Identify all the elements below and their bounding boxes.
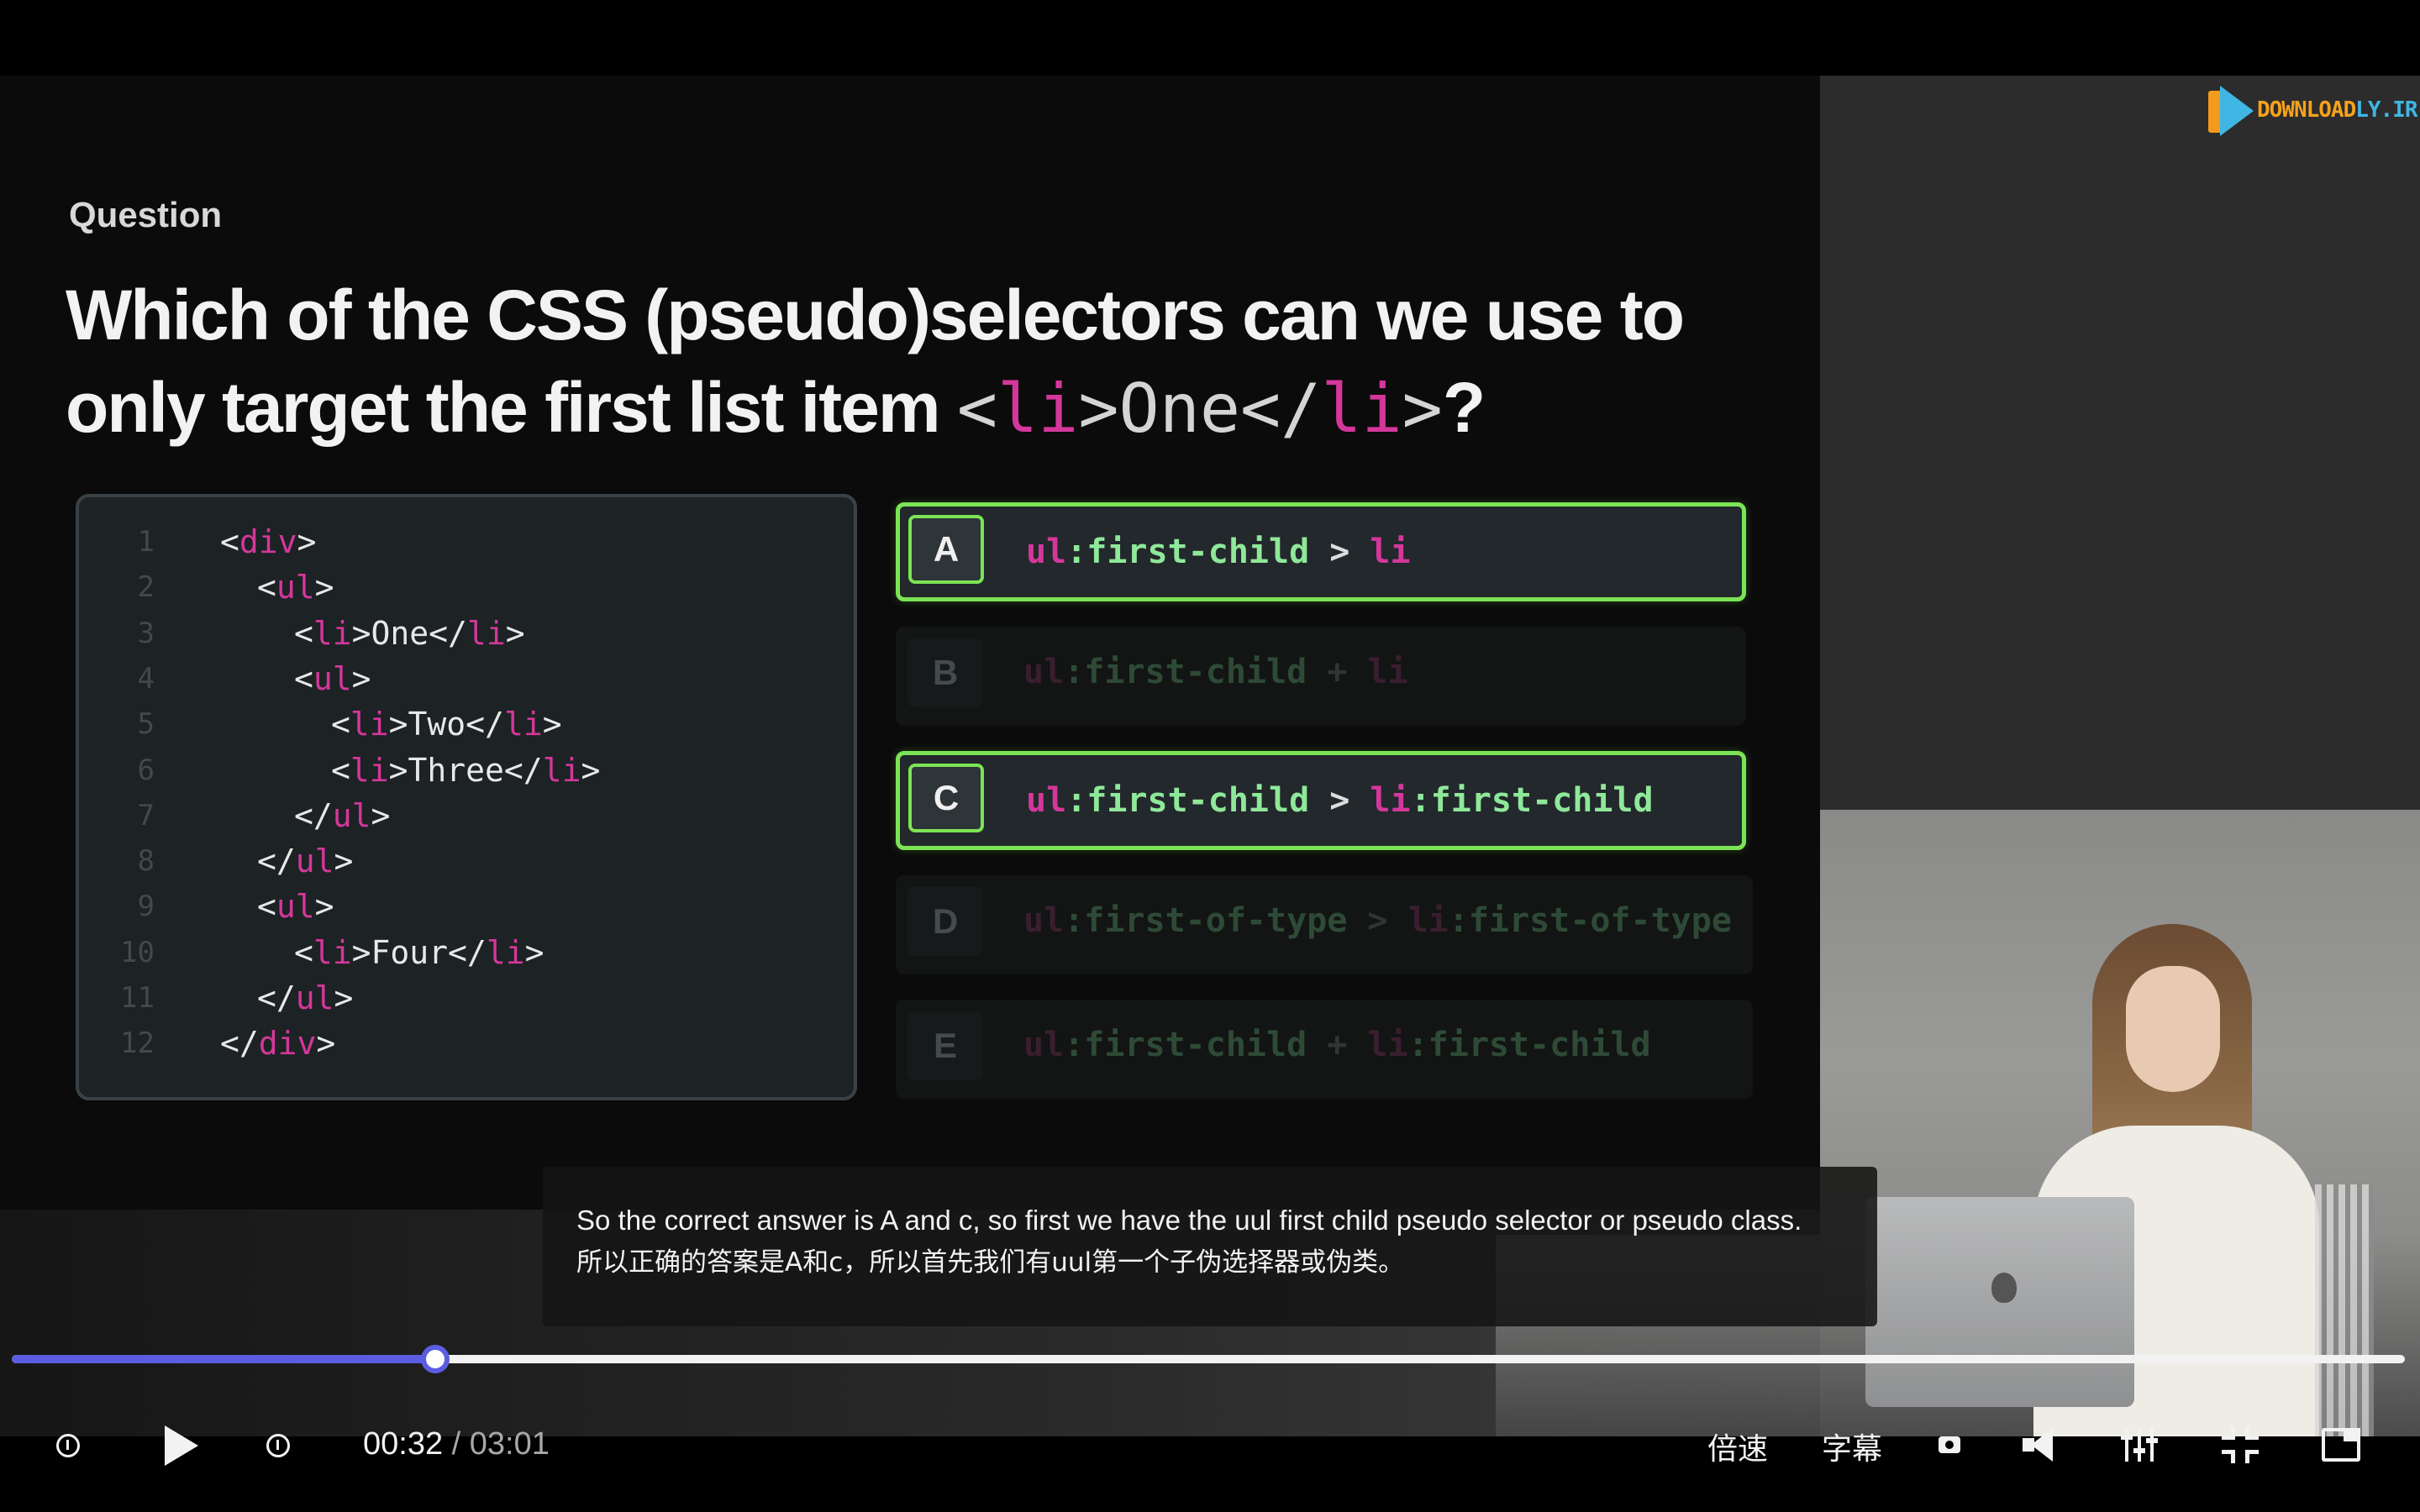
duration: 03:01 — [469, 1426, 550, 1462]
subtitle-box: So the correct answer is A and c, so fir… — [543, 1167, 1877, 1326]
code-line: 9 <ul> — [79, 884, 854, 929]
answer-option-d: Dul:first-of-type > li:first-of-type — [896, 875, 1753, 974]
code-text: <li>One</li> — [294, 614, 525, 652]
code-text: </div> — [220, 1025, 336, 1063]
option-selector: ul:first-of-type > li:first-of-type — [1023, 901, 1732, 940]
answer-option-c: Cul:first-child > li:first-child — [896, 751, 1746, 850]
camera-icon — [1939, 1436, 1960, 1453]
answer-option-b: Bul:first-child + li — [896, 627, 1746, 726]
progress-played — [12, 1355, 436, 1363]
code-line: 7 </ul> — [79, 793, 854, 838]
question-title: Which of the CSS (pseudo)selectors can w… — [66, 269, 1797, 455]
title-code: <li>One</li> — [956, 370, 1443, 448]
line-number: 12 — [120, 1026, 155, 1061]
line-number: 10 — [120, 935, 155, 969]
code-text: <li>Three</li> — [331, 751, 601, 789]
apple-logo-icon — [1991, 1273, 2017, 1303]
screenshot-button[interactable] — [1924, 1418, 1975, 1472]
code-line: 8 </ul> — [79, 838, 854, 884]
forward-button[interactable] — [257, 1425, 299, 1467]
option-selector: ul:first-child + li — [1023, 653, 1408, 691]
line-number: 3 — [137, 616, 155, 650]
code-line: 4 <ul> — [79, 656, 854, 701]
studio-dark-area — [1820, 76, 2420, 810]
line-number: 9 — [137, 890, 155, 924]
code-line: 1 <div> — [79, 519, 854, 564]
option-letter: D — [908, 887, 983, 956]
subtitle-chinese: 所以正确的答案是A和c，所以首先我们有uul第一个子伪选择器或伪类。 — [576, 1247, 1405, 1278]
code-text: <li>Four</li> — [294, 933, 544, 971]
slide: Question Which of the CSS (pseudo)select… — [0, 76, 1820, 1210]
line-number: 8 — [137, 844, 155, 879]
line-number: 2 — [137, 570, 155, 605]
code-text: <ul> — [257, 569, 334, 606]
current-time: 00:32 — [363, 1426, 444, 1462]
volume-icon — [2023, 1428, 2061, 1462]
code-line: 2 <ul> — [79, 564, 854, 610]
line-number: 5 — [137, 707, 155, 742]
answer-option-a: Aul:first-child > li — [896, 502, 1746, 601]
code-line: 12 </div> — [79, 1021, 854, 1066]
watermark-logo: DOWNLOADLY.IR — [2208, 81, 2418, 139]
play-logo-icon — [2208, 84, 2254, 136]
forward-icon — [266, 1434, 290, 1457]
rewind-button[interactable] — [47, 1425, 89, 1467]
option-letter: B — [908, 638, 983, 707]
exit-fullscreen-button[interactable] — [2215, 1418, 2265, 1472]
rewind-icon — [56, 1434, 80, 1457]
line-number: 4 — [137, 661, 155, 696]
subtitle-english: So the correct answer is A and c, so fir… — [576, 1205, 1802, 1236]
code-text: </ul> — [257, 843, 354, 880]
line-number: 1 — [137, 525, 155, 559]
code-line: 10 <li>Four</li> — [79, 930, 854, 975]
line-number: 11 — [120, 981, 155, 1015]
presenter-face — [2126, 966, 2220, 1092]
code-text: <ul> — [257, 888, 334, 926]
captions-button[interactable]: 字幕 — [1822, 1425, 1882, 1468]
question-label: Question — [69, 195, 223, 234]
line-number: 7 — [137, 798, 155, 832]
option-letter: C — [908, 764, 984, 832]
picture-in-picture-button[interactable] — [2316, 1418, 2366, 1472]
option-selector: ul:first-child > li — [1026, 533, 1411, 571]
code-line: 6 <li>Three</li> — [79, 748, 854, 793]
equalizer-icon — [2121, 1428, 2158, 1462]
code-text: <div> — [220, 523, 317, 560]
option-letter: E — [908, 1011, 983, 1080]
code-text: <ul> — [294, 659, 371, 697]
top-letterbox — [0, 0, 2420, 76]
question-title-line1: Which of the CSS (pseudo)selectors can w… — [66, 276, 1685, 354]
line-number: 6 — [137, 753, 155, 787]
code-panel: 1 <div> 2 <ul> 3 <li>One</li> 4 <ul> 5 <li>Two</l… — [76, 494, 857, 1100]
code-text: </ul> — [257, 979, 354, 1016]
settings-button[interactable] — [2114, 1418, 2165, 1472]
option-selector: ul:first-child > li:first-child — [1026, 781, 1654, 820]
speed-button[interactable]: 倍速 — [1707, 1425, 1768, 1468]
time-separator: / — [451, 1426, 461, 1462]
volume-button[interactable] — [2017, 1418, 2067, 1472]
control-bar: 00:32 / 03:01 倍速 字幕 — [0, 1386, 2420, 1512]
code-text: </ul> — [294, 796, 391, 834]
answer-option-e: Eul:first-child + li:first-child — [896, 1000, 1753, 1099]
code-line: 3 <li>One</li> — [79, 611, 854, 656]
exit-fullscreen-icon — [2222, 1426, 2259, 1463]
play-icon — [165, 1425, 198, 1466]
time-display: 00:32 / 03:01 — [363, 1426, 550, 1462]
option-selector: ul:first-child + li:first-child — [1023, 1026, 1651, 1064]
code-text: <li>Two</li> — [331, 706, 562, 743]
option-letter: A — [908, 515, 984, 584]
play-button[interactable] — [156, 1416, 207, 1475]
question-title-line2: only target the first list item <li>One<… — [66, 368, 1486, 448]
progress-handle[interactable] — [421, 1345, 450, 1373]
picture-in-picture-icon — [2322, 1428, 2360, 1462]
code-line: 5 <li>Two</li> — [79, 701, 854, 747]
progress-bar[interactable] — [12, 1345, 2405, 1373]
code-line: 11 </ul> — [79, 975, 854, 1021]
